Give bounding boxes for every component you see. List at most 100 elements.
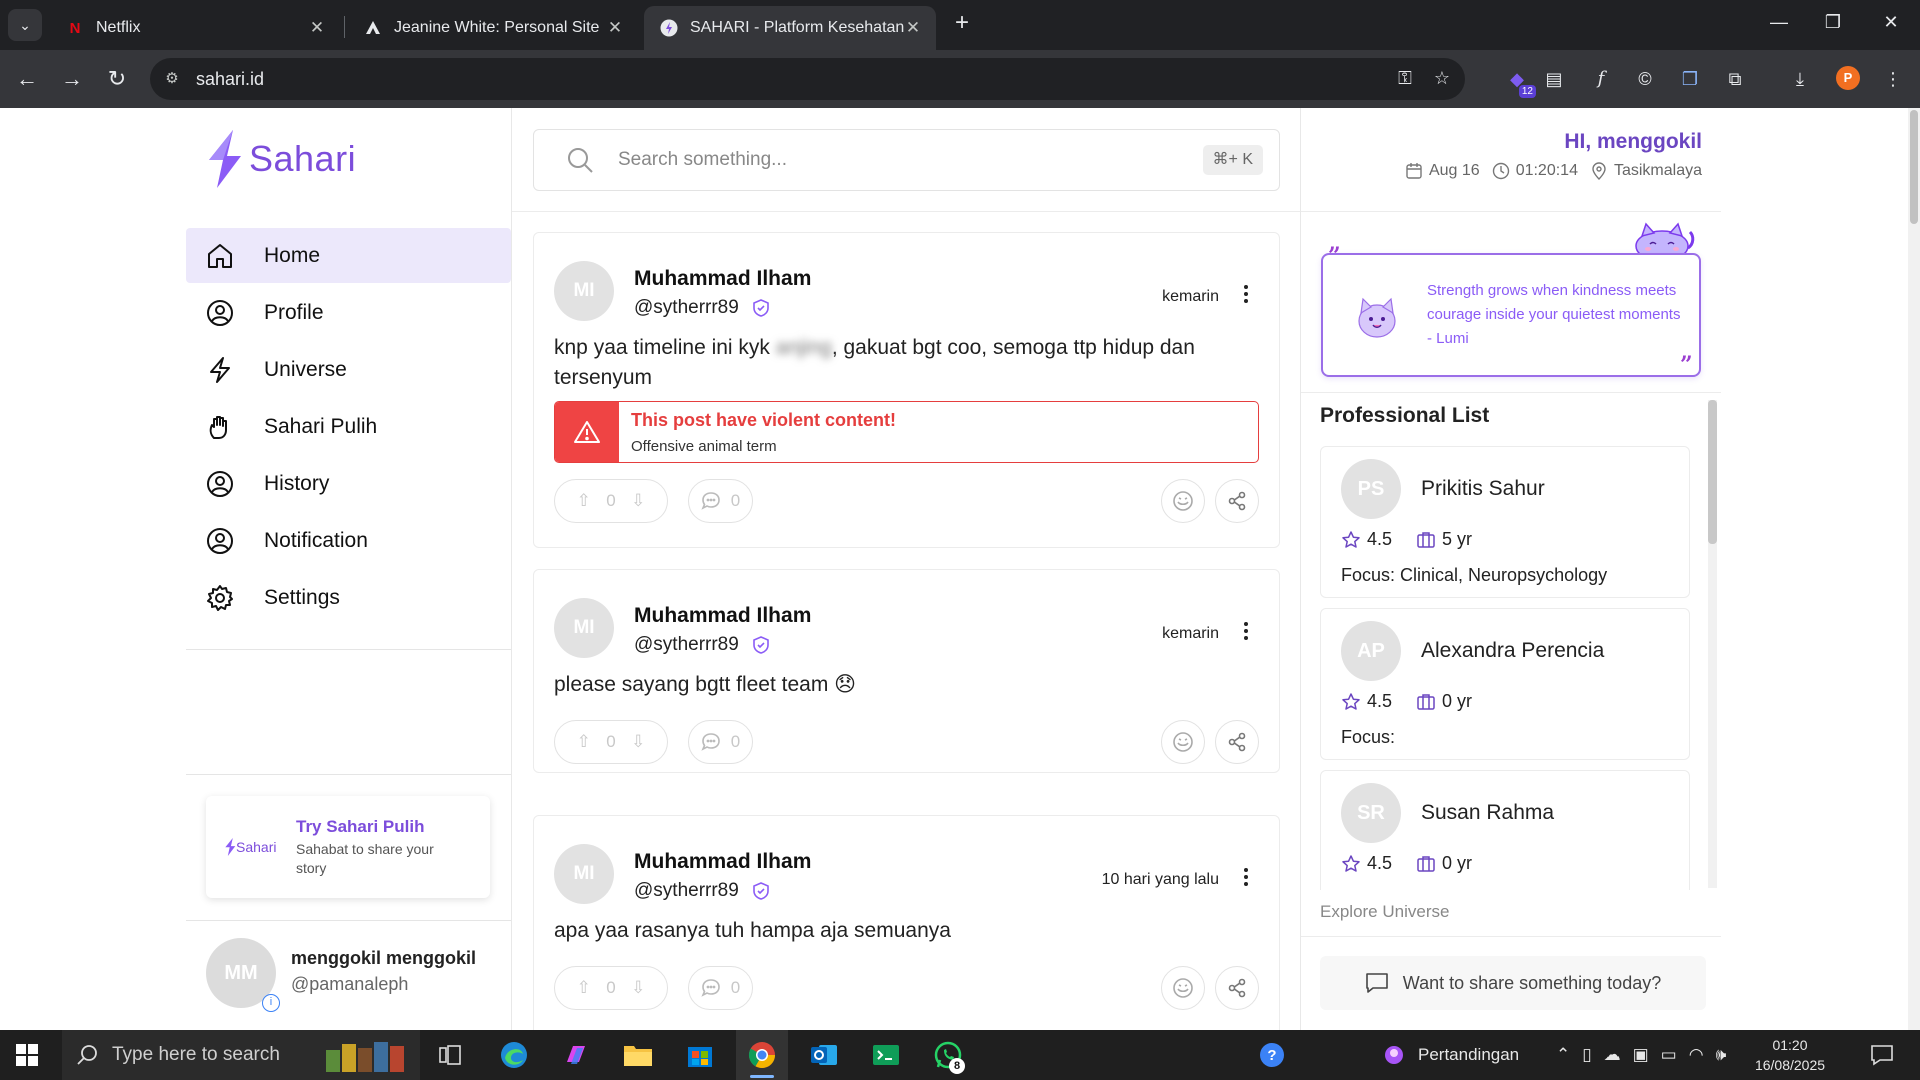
professional-card[interactable]: SR Susan Rahma 4.5 0 yr [1320, 770, 1690, 890]
outlook-icon[interactable] [798, 1030, 850, 1080]
sidebar-item-profile[interactable]: Profile [186, 285, 511, 340]
edge-browser-icon[interactable] [488, 1030, 540, 1080]
comment-button[interactable]: 0 [688, 966, 753, 1010]
chevron-up-icon[interactable]: ⌃ [1556, 1045, 1570, 1065]
tab-sahari[interactable]: SAHARI - Platform Kesehatan M ✕ [644, 6, 936, 50]
more-options-icon[interactable] [1241, 620, 1251, 644]
professional-list[interactable]: PS Prikitis Sahur 4.5 5 yr Focus: Clinic… [1320, 446, 1692, 890]
profile-avatar[interactable]: P [1836, 66, 1860, 90]
files-extension-icon[interactable]: ❐ [1677, 66, 1703, 92]
volume-icon[interactable]: 🕪 [1716, 1045, 1727, 1065]
close-tab-icon[interactable]: ✕ [308, 18, 326, 38]
more-menu-icon[interactable]: ⋮ [1880, 66, 1906, 92]
display-icon[interactable]: ▣ [1633, 1045, 1649, 1065]
censored-word[interactable]: anjing [776, 336, 832, 359]
whatsapp-icon[interactable]: 8 [922, 1030, 974, 1080]
taskbar-clock[interactable]: 01:20 16/08/2025 [1754, 1035, 1826, 1075]
windows-start-icon[interactable] [16, 1044, 38, 1066]
forward-button[interactable]: → [59, 66, 85, 92]
sidebar-item-sahari-pulih[interactable]: Sahari Pulih [186, 399, 511, 454]
site-settings-icon[interactable]: ⚙ [162, 69, 182, 89]
support-button[interactable] [1161, 720, 1205, 764]
post-card[interactable]: MI Muhammad Ilham @sytherrr89 kemarin kn… [533, 232, 1280, 548]
device-icon[interactable]: ▯ [1582, 1045, 1591, 1065]
battery-icon[interactable]: ▭ [1661, 1045, 1677, 1065]
bookmark-star-icon[interactable]: ☆ [1430, 68, 1454, 92]
document-extension-icon[interactable]: ▤ [1541, 66, 1567, 92]
new-tab-button[interactable]: + [950, 11, 974, 36]
download-icon[interactable]: ⤓ [1787, 66, 1813, 92]
minimize-button[interactable]: — [1764, 12, 1794, 38]
chrome-icon[interactable] [736, 1030, 788, 1080]
promo-logo-text: Sahari [236, 839, 277, 855]
wifi-icon[interactable]: ◠ [1689, 1045, 1704, 1065]
comment-button[interactable]: 0 [688, 720, 753, 764]
post-card[interactable]: MI Muhammad Ilham @sytherrr89 10 hari ya… [533, 815, 1280, 1030]
close-tab-icon[interactable]: ✕ [606, 18, 624, 38]
downvote-icon[interactable]: ⇩ [631, 732, 645, 752]
sahari-logo[interactable]: Sahari [205, 130, 356, 188]
tab-jeanine-white[interactable]: Jeanine White: Personal Site ✕ [348, 6, 638, 50]
reload-button[interactable]: ↻ [104, 66, 130, 92]
microsoft-store-icon[interactable] [674, 1030, 726, 1080]
sidebar-item-history[interactable]: History [186, 456, 511, 511]
share-button[interactable] [1215, 479, 1259, 523]
downvote-icon[interactable]: ⇩ [631, 978, 645, 998]
password-key-icon[interactable]: ⚿ [1393, 68, 1417, 92]
copyright-extension-icon[interactable]: © [1632, 66, 1658, 92]
post-author-name[interactable]: Muhammad Ilham [634, 267, 811, 291]
close-window-button[interactable]: ✕ [1876, 12, 1906, 38]
promo-card[interactable]: Sahari Try Sahari Pulih Sahabat to share… [206, 796, 490, 898]
task-view-icon[interactable] [424, 1030, 476, 1080]
search-input[interactable] [618, 142, 1118, 178]
post-author-name[interactable]: Muhammad Ilham [634, 604, 811, 628]
restore-button[interactable]: ❐ [1818, 12, 1848, 38]
formula-extension-icon[interactable]: f [1588, 66, 1614, 92]
terminal-icon[interactable] [860, 1030, 912, 1080]
professional-list-scroll-thumb[interactable] [1708, 400, 1717, 544]
url-text[interactable]: sahari.id [196, 69, 264, 90]
page-scroll-thumb[interactable] [1910, 110, 1918, 224]
upvote-icon[interactable]: ⇧ [577, 978, 591, 998]
copilot-icon[interactable] [550, 1030, 602, 1080]
page-scrollbar[interactable] [1908, 108, 1920, 1030]
avatar[interactable]: MI [554, 598, 614, 658]
notifications-icon[interactable] [1856, 1030, 1908, 1080]
post-author-name[interactable]: Muhammad Ilham [634, 850, 811, 874]
support-button[interactable] [1161, 479, 1205, 523]
downvote-icon[interactable]: ⇩ [631, 491, 645, 511]
puzzle-extensions-icon[interactable]: ⧉ [1722, 66, 1748, 92]
professional-card[interactable]: AP Alexandra Perencia 4.5 0 yr Focus: [1320, 608, 1690, 760]
search-bar[interactable]: ⌘+ K [533, 129, 1280, 191]
address-bar[interactable]: ⚙ sahari.id ⚿ ☆ [150, 58, 1465, 100]
onedrive-icon[interactable]: ☁ [1604, 1045, 1621, 1065]
back-button[interactable]: ← [14, 66, 40, 92]
sidebar-item-notification[interactable]: Notification [186, 513, 511, 568]
share-button[interactable] [1215, 966, 1259, 1010]
sidebar-item-home[interactable]: Home [186, 228, 511, 283]
upvote-icon[interactable]: ⇧ [577, 732, 591, 752]
more-options-icon[interactable] [1241, 283, 1251, 307]
comment-button[interactable]: 0 [688, 479, 753, 523]
help-icon[interactable]: ? [1246, 1030, 1298, 1080]
post-card[interactable]: MI Muhammad Ilham @sytherrr89 kemarin pl… [533, 569, 1280, 773]
file-explorer-icon[interactable] [612, 1030, 664, 1080]
upvote-icon[interactable]: ⇧ [577, 491, 591, 511]
tab-netflix[interactable]: N Netflix ✕ [50, 6, 340, 50]
sidebar-item-universe[interactable]: Universe [186, 342, 511, 397]
taskbar-search-placeholder: Type here to search [112, 1044, 280, 1065]
info-icon[interactable]: i [262, 994, 280, 1012]
close-tab-icon[interactable]: ✕ [904, 18, 922, 38]
more-options-icon[interactable] [1241, 866, 1251, 890]
avatar[interactable]: MI [554, 261, 614, 321]
extension-icon[interactable]: ◆ 12 [1504, 66, 1536, 98]
share-button[interactable] [1215, 720, 1259, 764]
tab-search-button[interactable]: ⌄ [8, 9, 42, 41]
avatar[interactable]: MI [554, 844, 614, 904]
explore-universe-link[interactable]: Explore Universe [1320, 902, 1449, 922]
professional-card[interactable]: PS Prikitis Sahur 4.5 5 yr Focus: Clinic… [1320, 446, 1690, 598]
weather-widget[interactable]: Pertandingan [1380, 1030, 1519, 1080]
sidebar-item-settings[interactable]: Settings [186, 570, 511, 625]
share-prompt-button[interactable]: Want to share something today? [1320, 956, 1706, 1010]
support-button[interactable] [1161, 966, 1205, 1010]
